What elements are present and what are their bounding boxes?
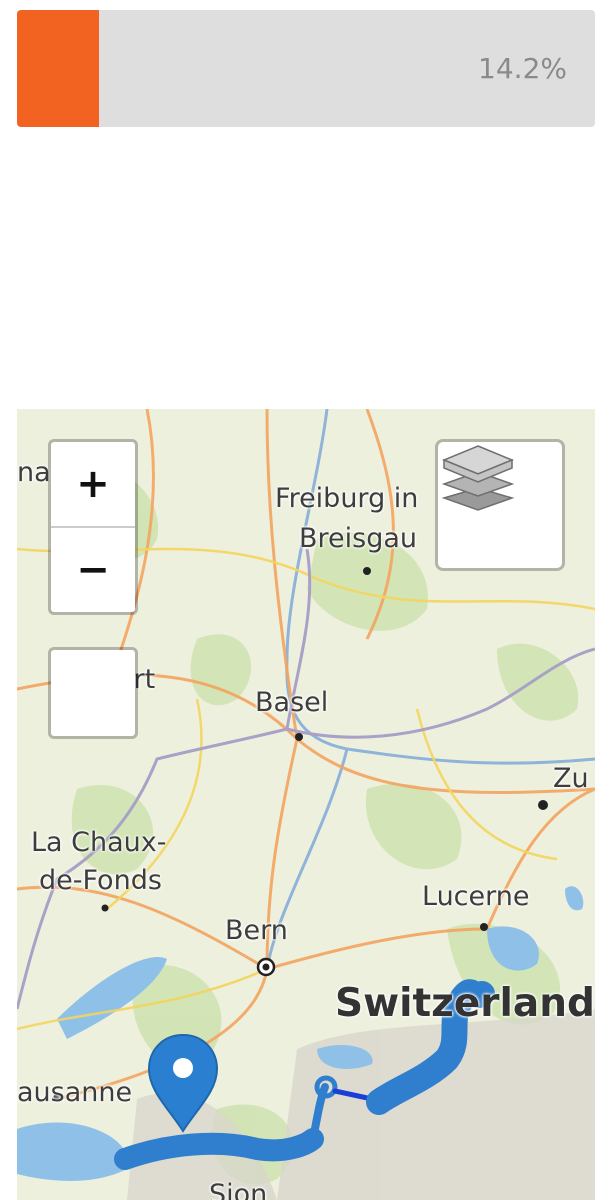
progress-bar: 14.2%	[17, 10, 595, 127]
layers-icon	[441, 445, 515, 511]
label-switzerland: Switzerland	[335, 981, 595, 1026]
label-freiburg-line1: Freiburg in	[275, 483, 419, 514]
label-bern: Bern	[225, 915, 288, 946]
progress-fill	[17, 10, 100, 127]
label-la-chaux-line1: La Chaux-	[31, 827, 167, 858]
progress-label: 14.2%	[478, 52, 567, 85]
label-zurich: Zu	[553, 763, 589, 794]
label-sion: Sion	[209, 1179, 268, 1200]
map-view[interactable]: nal ort Freiburg in Breisgau Basel Zu La…	[17, 409, 595, 1200]
zoom-out-button[interactable]: −	[51, 526, 135, 612]
label-basel: Basel	[255, 687, 329, 718]
label-la-chaux-line2: de-Fonds	[39, 865, 162, 896]
layers-button[interactable]	[435, 439, 565, 571]
bern-capital-icon	[256, 957, 276, 977]
label-lausanne: ausanne	[17, 1077, 133, 1108]
label-lucerne: Lucerne	[422, 881, 530, 912]
label-freiburg-line2: Breisgau	[299, 523, 418, 554]
zoom-in-button[interactable]: +	[51, 442, 135, 526]
map-control-button[interactable]	[48, 647, 138, 739]
zoom-control: + −	[48, 439, 138, 615]
